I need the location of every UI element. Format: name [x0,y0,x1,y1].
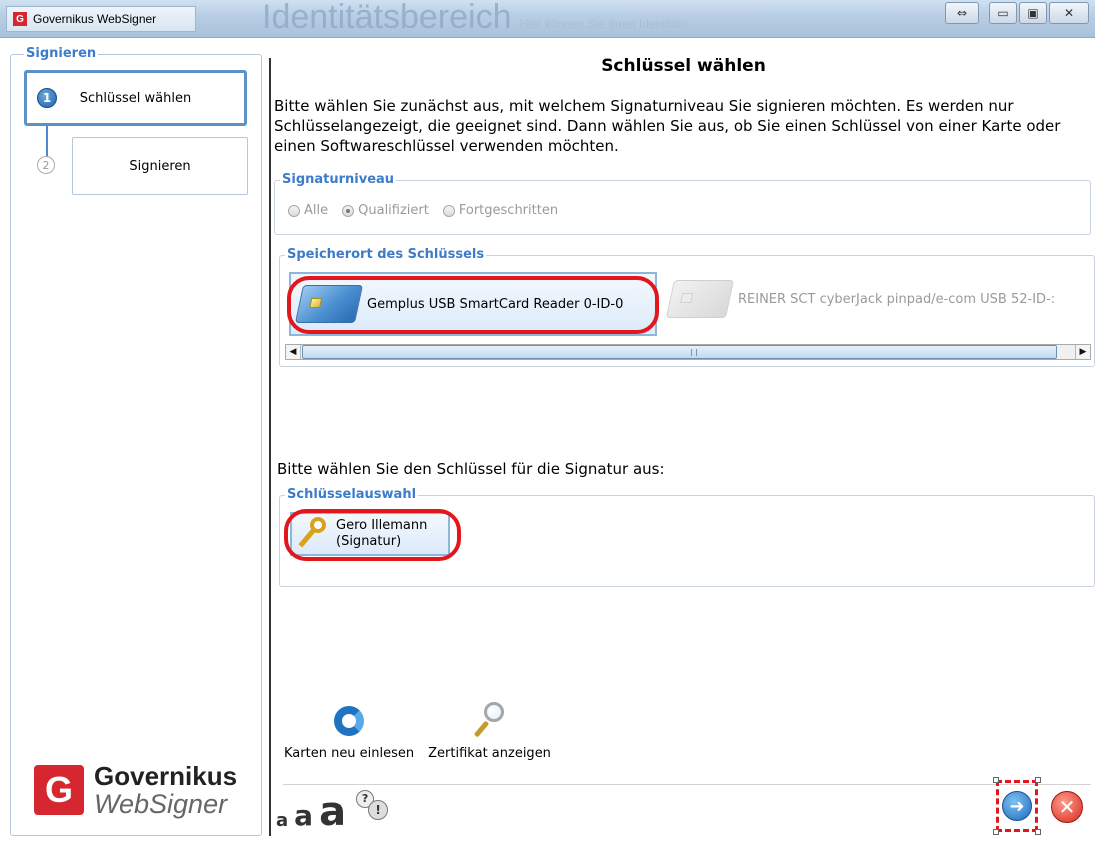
step-number-2: 2 [37,156,55,174]
tool-label: Karten neu einlesen [284,746,415,761]
help-icon[interactable]: ? ! [356,790,389,826]
selection-handle [993,829,999,835]
step-label: Signieren [129,158,191,174]
radio-dot [288,204,300,217]
logo-line-2: WebSigner [94,789,228,819]
resize-arrows-button[interactable]: ⇔ [945,2,979,24]
logo-line-1: Governikus [94,761,238,791]
key-selection-legend: Schlüsselauswahl [285,487,419,502]
highlight-ring [287,276,659,334]
step-number-1: 1 [37,88,57,108]
governikus-logo: G Governikus WebSigner [34,762,237,818]
key-location-legend: Speicherort des Schlüssels [285,247,487,262]
background-title-text: Identitätsbereich [262,0,512,36]
show-certificate-button[interactable]: Zertifikat anzeigen [428,700,551,761]
arrow-right-icon: ➜ [1002,791,1032,821]
signature-level-radios: Alle Qualifiziert Fortgeschritten [288,203,558,218]
background-subtitle-text: Hier können Sie Ihren Identitäts [519,17,688,31]
scroll-left-button[interactable]: ◀ [286,345,301,359]
radio-all[interactable]: Alle [288,203,328,218]
selection-handle [1035,829,1041,835]
highlight-ring [284,509,461,561]
radio-dot-checked [342,204,355,217]
radio-dot [442,204,455,217]
minimize-button[interactable]: ▭ [989,2,1017,24]
magnifier-icon [470,700,510,740]
intro-text: Bitte wählen Sie zunächst aus, mit welch… [274,97,1061,155]
close-window-button[interactable]: ✕ [1049,2,1089,24]
selection-handle [1035,777,1041,783]
smartcard-icon [665,280,735,318]
page-title: Schlüssel wählen [601,56,766,76]
scroll-right-button[interactable]: ▶ [1075,345,1090,359]
background-window-title: Identitätsbereich Hier können Sie Ihren I… [262,0,688,37]
title-bar[interactable]: G Governikus WebSigner Identitätsbereich… [0,0,1095,38]
step-label: Schlüssel wählen [79,90,192,106]
key-prompt: Bitte wählen Sie den Schlüssel für die S… [277,460,665,478]
radio-label: Qualifiziert [358,203,429,218]
footer-divider [283,784,1091,785]
refresh-icon [332,700,366,740]
radio-advanced[interactable]: Fortgeschritten [442,203,559,218]
window-title-area: G Governikus WebSigner [6,6,196,32]
sidebar-legend: Signieren [24,46,99,61]
signature-level-legend: Signaturniveau [280,172,397,187]
font-size-medium-button[interactable]: a [294,802,313,830]
card-reader-reiner[interactable]: REINER SCT cyberJack pinpad/e-com USB 52… [665,280,1056,318]
reload-cards-button[interactable]: Karten neu einlesen [284,700,414,761]
tool-label: Zertifikat anzeigen [428,746,551,761]
radio-label: Fortgeschritten [458,203,559,218]
step-choose-key[interactable]: Schlüssel wählen [24,70,247,126]
font-size-controls: a a a ? ! [276,788,389,832]
window-title: Governikus WebSigner [33,12,157,26]
selection-handle [993,777,999,783]
font-size-small-button[interactable]: a [276,812,288,830]
help-bubble-exclaim: ! [368,800,389,820]
window-controls: ⇔ ▭ ▣ ✕ [945,2,1089,24]
scrollbar-thumb[interactable] [302,345,1057,359]
radio-qualified[interactable]: Qualifiziert [342,203,429,218]
step-sign[interactable]: Signieren [72,137,248,195]
cancel-button[interactable]: ✕ [1051,791,1083,823]
radio-label: Alle [304,203,329,218]
app-icon: G [13,12,27,26]
toolbar: Karten neu einlesen Zertifikat anzeigen [284,700,551,761]
horizontal-scrollbar[interactable]: ◀ ▶ [285,344,1091,360]
panel-divider [269,58,271,836]
logo-mark-icon: G [34,765,84,815]
card-reader-label: REINER SCT cyberJack pinpad/e-com USB 52… [738,291,1056,307]
font-size-large-button[interactable]: a [319,792,346,832]
maximize-button[interactable]: ▣ [1019,2,1047,24]
next-button[interactable]: ➜ [996,780,1038,832]
